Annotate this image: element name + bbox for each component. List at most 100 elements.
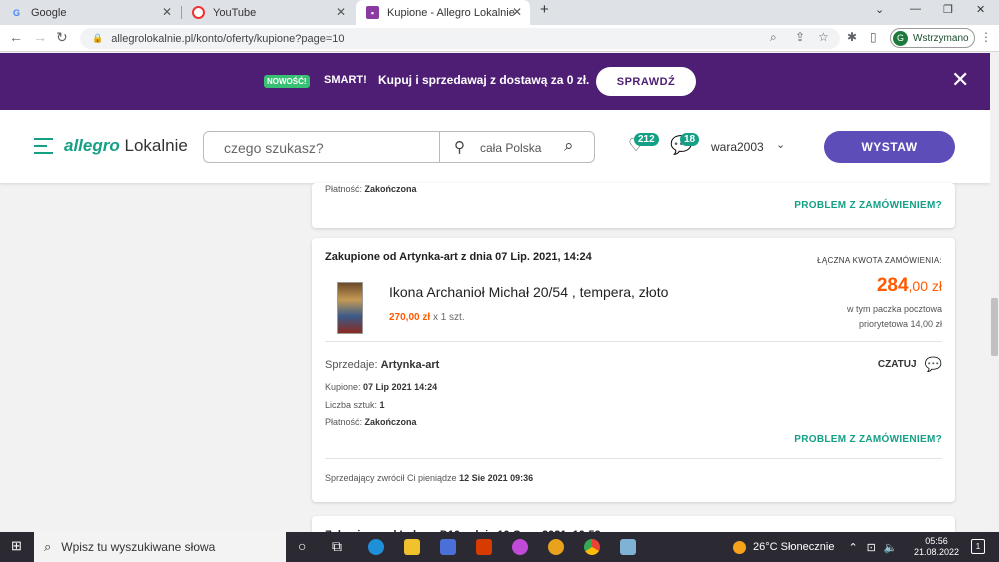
- search-input[interactable]: czego szukasz?: [224, 140, 324, 156]
- app-icon[interactable]: [512, 539, 528, 555]
- restore-icon[interactable]: ❐: [943, 3, 953, 16]
- tab-search-icon[interactable]: ⌄: [875, 3, 884, 16]
- allegro-lokalnie-logo[interactable]: allegro Lokalnie: [64, 136, 188, 156]
- profile-status: Wstrzymano: [913, 32, 969, 44]
- cortana-icon[interactable]: ○: [298, 538, 306, 554]
- notification-icon[interactable]: 1: [971, 539, 985, 554]
- promo-text: Kupuj i sprzedawaj z dostawą za 0 zł.: [378, 73, 590, 87]
- back-icon[interactable]: ←: [9, 29, 23, 45]
- network-icon[interactable]: ⊡: [867, 541, 876, 554]
- shipping-info: w tym paczka pocztowa priorytetowa 14,00…: [846, 304, 942, 329]
- search-icon[interactable]: ⌕: [564, 136, 574, 156]
- bought-date: Kupione: 07 Lip 2021 14:24: [325, 382, 438, 392]
- zoom-icon[interactable]: ⌕: [770, 30, 777, 45]
- windows-taskbar: ⊞ ⌕ Wpisz tu wyszukiwane słowa ○ ⧉ 26°C …: [0, 532, 999, 562]
- url-text: allegrolokalnie.pl/konto/oferty/kupione?…: [111, 32, 345, 45]
- windows-start-icon[interactable]: ⊞: [11, 538, 22, 554]
- side-panel-icon[interactable]: ▯: [870, 30, 877, 44]
- smart-logo: SMART!: [324, 74, 367, 86]
- location-select[interactable]: cała Polska: [480, 141, 541, 155]
- promo-banner: NOWOŚĆ! SMART! Kupuj i sprzedawaj z dost…: [0, 53, 990, 110]
- shield-app-icon[interactable]: [548, 539, 564, 555]
- close-tab-icon[interactable]: ✕: [512, 5, 522, 19]
- problem-link[interactable]: PROBLEM Z ZAMÓWIENIEM?: [794, 200, 942, 211]
- hamburger-menu-icon[interactable]: [34, 138, 53, 159]
- forward-icon[interactable]: →: [33, 29, 47, 45]
- order-card: Zakupione od Artynka-art z dnia 07 Lip. …: [312, 238, 955, 502]
- minimize-icon[interactable]: —: [910, 3, 921, 15]
- store-icon[interactable]: [440, 539, 456, 555]
- task-view-icon[interactable]: ⧉: [332, 538, 342, 555]
- username[interactable]: wara2003: [711, 140, 764, 154]
- edge-icon[interactable]: [368, 539, 384, 555]
- total-price: 284,00 zł: [876, 275, 942, 296]
- profile-button[interactable]: G Wstrzymano: [890, 28, 975, 48]
- chevron-up-icon[interactable]: ⌃: [848, 541, 857, 554]
- allegro-lokalnie-icon: ▪: [366, 6, 379, 19]
- new-badge: NOWOŚĆ!: [264, 75, 310, 88]
- tab-title: Kupione - Allegro Lokalnie: [387, 6, 515, 19]
- item-thumbnail[interactable]: [337, 282, 363, 334]
- tab-bar: G Google ✕ YouTube ✕ ▪ Kupione - Allegro…: [0, 0, 999, 25]
- taskbar-search-text: Wpisz tu wyszukiwane słowa: [61, 540, 216, 554]
- avatar: G: [893, 30, 908, 46]
- tab-title: YouTube: [213, 6, 257, 19]
- tab-youtube[interactable]: YouTube ✕: [182, 0, 354, 25]
- order-heading: Zakupione od Artynka-art z dnia 07 Lip. …: [325, 251, 592, 263]
- extensions-icon[interactable]: ✱: [847, 30, 857, 44]
- seller-line: Sprzedaje: Artynka-art: [325, 359, 440, 371]
- item-count: Liczba sztuk: 1: [325, 400, 385, 410]
- google-icon: G: [12, 7, 20, 18]
- scrollbar-thumb[interactable]: [991, 298, 998, 356]
- system-tray: 26°C Słonecznie ⌃ ⊡ 🔈: [733, 532, 898, 562]
- lock-icon: 🔒: [92, 33, 104, 43]
- taskbar-search[interactable]: ⌕ Wpisz tu wyszukiwane słowa: [34, 532, 286, 562]
- browser-menu-icon[interactable]: ⋮: [980, 30, 992, 44]
- location-pin-icon: ⚲: [454, 139, 465, 156]
- add-listing-button[interactable]: WYSTAW: [824, 131, 955, 163]
- paint-icon[interactable]: [620, 539, 636, 555]
- total-label: ŁĄCZNA KWOTA ZAMÓWIENIA:: [817, 256, 942, 265]
- clock[interactable]: 05:56 21.08.2022: [914, 536, 959, 558]
- share-icon[interactable]: ⇪: [795, 30, 805, 44]
- close-tab-icon[interactable]: ✕: [336, 5, 346, 19]
- page-scrollbar[interactable]: [990, 53, 999, 532]
- refund-info: Sprzedający zwrócił Ci pieniądze 12 Sie …: [325, 473, 534, 483]
- chrome-icon[interactable]: [584, 539, 600, 555]
- bookmark-star-icon[interactable]: ☆: [818, 30, 829, 44]
- office-icon[interactable]: [476, 539, 492, 555]
- new-tab-icon[interactable]: +: [540, 1, 549, 18]
- chat-button[interactable]: CZATUJ 💬: [878, 356, 942, 373]
- weather-sun-icon: [733, 540, 746, 554]
- site-header: allegro Lokalnie czego szukasz? ⚲ cała P…: [0, 110, 990, 183]
- file-explorer-icon[interactable]: [404, 539, 420, 555]
- problem-link[interactable]: PROBLEM Z ZAMÓWIENIEM?: [794, 434, 942, 445]
- volume-icon[interactable]: 🔈: [884, 541, 898, 554]
- search-divider: [439, 132, 440, 162]
- order-card-previous: Płatność: Zakończona PROBLEM Z ZAMÓWIENI…: [312, 183, 955, 228]
- reload-icon[interactable]: ↻: [56, 29, 68, 46]
- close-window-icon[interactable]: ✕: [976, 3, 985, 16]
- tab-kupione[interactable]: ▪ Kupione - Allegro Lokalnie ✕: [356, 0, 530, 25]
- payment-status: Płatność: Zakończona: [325, 184, 417, 194]
- youtube-icon: [192, 6, 205, 19]
- item-price-line: 270,00 zł x 1 szt.: [389, 312, 465, 323]
- close-banner-icon[interactable]: ✕: [951, 67, 969, 93]
- weather-text[interactable]: 26°C Słonecznie: [753, 541, 834, 553]
- tab-title: Google: [31, 6, 67, 19]
- chat-bubble-icon: 💬: [924, 356, 942, 372]
- divider: [325, 341, 942, 342]
- check-button[interactable]: SPRAWDŹ: [596, 67, 696, 96]
- logo-lokalnie: Lokalnie: [124, 136, 188, 155]
- search-icon: ⌕: [44, 539, 52, 554]
- tab-google[interactable]: G Google ✕: [0, 0, 180, 25]
- url-field[interactable]: 🔒 allegrolokalnie.pl/konto/oferty/kupion…: [80, 28, 840, 49]
- divider: [325, 458, 942, 459]
- chevron-down-icon[interactable]: ⌄: [776, 138, 785, 151]
- search-bar: czego szukasz? ⚲ cała Polska ⌕: [203, 131, 595, 163]
- address-bar: ← → ↻ 🔒 allegrolokalnie.pl/konto/oferty/…: [0, 25, 999, 52]
- item-title[interactable]: Ikona Archanioł Michał 20/54 , tempera, …: [389, 284, 668, 300]
- logo-allegro: allegro: [64, 136, 120, 155]
- close-tab-icon[interactable]: ✕: [162, 5, 172, 19]
- payment-status: Płatność: Zakończona: [325, 417, 417, 427]
